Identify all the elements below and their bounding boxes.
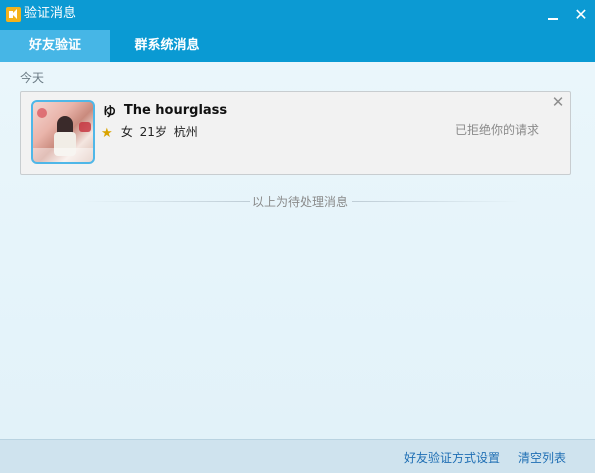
verification-settings-link[interactable]: 好友验证方式设置	[404, 449, 500, 466]
delete-message-close-icon[interactable]: ✕	[551, 95, 565, 110]
date-section-label: 今天	[20, 71, 45, 85]
footer-bar: 好友验证方式设置 清空列表	[0, 439, 595, 473]
message-list: 今天 ゆ The hourglass ★ 女 21岁 杭州 已拒绝你的请求 ✕	[0, 62, 595, 439]
request-status: 已拒绝你的请求	[455, 123, 540, 137]
gender-label: 女	[120, 125, 133, 139]
title-bar: 验证消息 ✕	[0, 0, 595, 30]
nickname-row: ゆ The hourglass	[103, 101, 227, 120]
age-label: 21岁	[139, 125, 167, 139]
nickname-symbol: ゆ	[103, 105, 117, 120]
minimize-button[interactable]	[542, 4, 564, 26]
pending-divider-text: 以上为待处理消息	[252, 195, 349, 209]
tab-bar: 好友验证 群系统消息	[0, 30, 595, 62]
city-label: 杭州	[173, 125, 198, 139]
speaker-icon	[6, 7, 21, 22]
verification-window: 验证消息 ✕ 好友验证 群系统消息 今天 ゆ The hourglass ★ 女	[0, 0, 595, 473]
clear-list-link[interactable]: 清空列表	[518, 449, 566, 466]
tab-group-system-messages[interactable]: 群系统消息	[112, 30, 222, 62]
divider-line	[80, 201, 250, 202]
minimize-icon	[548, 18, 558, 20]
avatar-detail	[37, 108, 47, 118]
avatar[interactable]	[31, 100, 95, 164]
divider-line	[352, 201, 522, 202]
tab-friend-verification[interactable]: 好友验证	[0, 30, 110, 62]
avatar-detail	[33, 148, 93, 162]
star-icon: ★	[101, 126, 113, 141]
avatar-detail	[79, 122, 91, 132]
close-button[interactable]: ✕	[570, 4, 592, 26]
verification-message-card[interactable]: ゆ The hourglass ★ 女 21岁 杭州 已拒绝你的请求 ✕	[20, 91, 571, 175]
user-info-row: ★ 女 21岁 杭州	[101, 124, 198, 141]
window-title: 验证消息	[24, 6, 77, 21]
nickname[interactable]: The hourglass	[124, 103, 227, 118]
